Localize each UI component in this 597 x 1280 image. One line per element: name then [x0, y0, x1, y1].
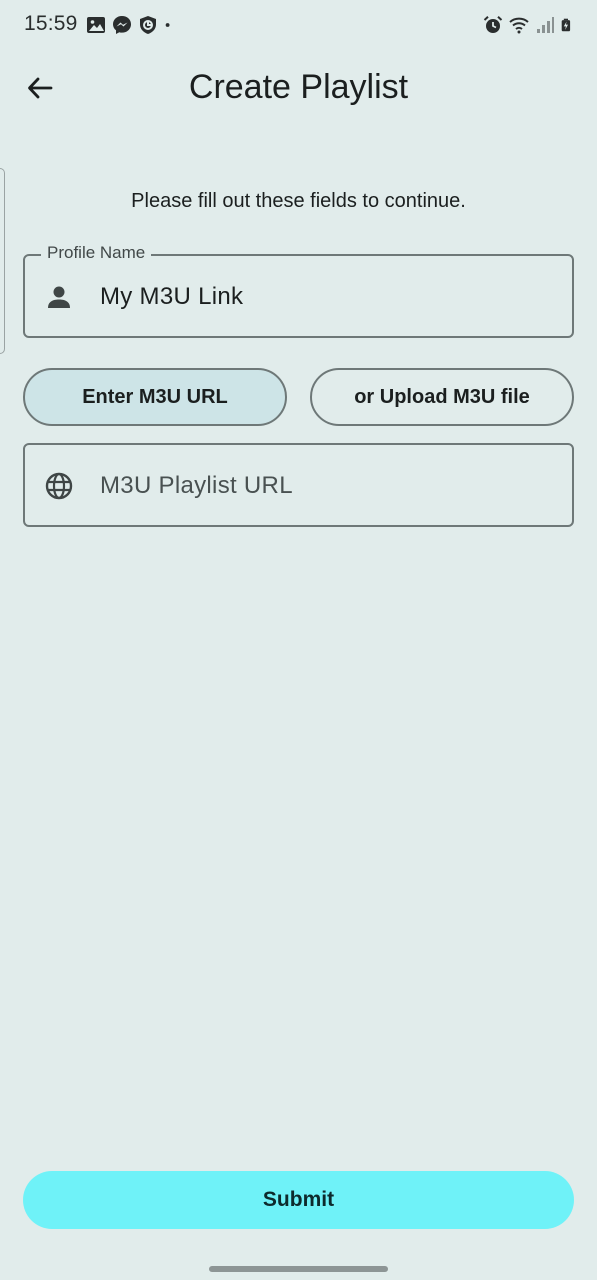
profile-name-value: My M3U Link	[100, 283, 244, 310]
signal-icon	[537, 17, 554, 33]
gallery-icon	[87, 17, 105, 33]
status-time: 15:59	[24, 12, 78, 35]
upload-m3u-file-button[interactable]: or Upload M3U file	[310, 368, 574, 426]
dot-icon	[165, 23, 170, 27]
shield-icon	[140, 16, 156, 34]
globe-icon	[45, 472, 73, 500]
status-system-icons	[483, 15, 575, 35]
enter-m3u-url-button[interactable]: Enter M3U URL	[23, 368, 287, 426]
app-bar: Create Playlist	[0, 52, 597, 124]
status-bar: 15:59	[0, 0, 597, 52]
messenger-icon	[113, 16, 131, 34]
instructions-text: Please fill out these fields to continue…	[131, 190, 466, 212]
person-icon	[48, 286, 70, 308]
profile-name-label: Profile Name	[41, 243, 152, 263]
battery-icon	[561, 18, 571, 32]
page-title: Create Playlist	[188, 68, 409, 106]
alarm-icon	[483, 16, 503, 33]
home-indicator[interactable]	[209, 1266, 388, 1272]
profile-name-field[interactable]: Profile Name My M3U Link	[23, 243, 574, 338]
status-notification-icons	[86, 15, 176, 35]
m3u-playlist-url-field[interactable]: M3U Playlist URL	[23, 443, 574, 527]
m3u-playlist-url-placeholder: M3U Playlist URL	[100, 472, 293, 499]
submit-button[interactable]: Submit	[23, 1171, 574, 1229]
wifi-icon	[509, 17, 529, 34]
